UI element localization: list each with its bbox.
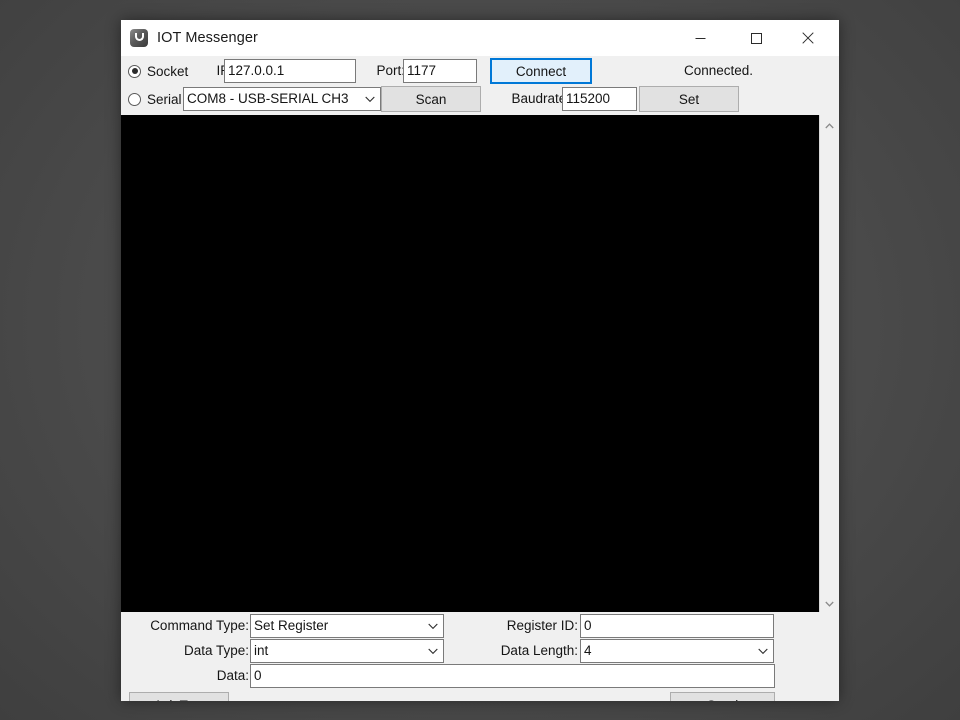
serial-radio-label: Serial <box>147 91 182 107</box>
serial-port-combo-value: COM8 - USB-SERIAL CH3 <box>187 91 349 106</box>
data-input[interactable]: 0 <box>250 664 775 688</box>
console-output[interactable] <box>121 115 819 612</box>
socket-radio[interactable]: Socket <box>128 58 188 84</box>
socket-row: Socket IP: 127.0.0.1 Port: 1177 Connect … <box>121 58 839 84</box>
chevron-up-icon <box>825 116 834 134</box>
data-type-label: Data Type: <box>183 643 249 658</box>
close-button[interactable] <box>785 20 831 56</box>
title-bar: IOT Messenger <box>121 20 839 56</box>
scroll-up-button[interactable] <box>820 115 839 134</box>
serial-radio[interactable]: Serial <box>128 86 182 112</box>
connection-status: Connected. <box>684 63 754 78</box>
app-logo-icon <box>130 29 148 47</box>
console-area <box>121 115 839 612</box>
desktop-background: IOT Messenger Socket 127.0.0.1 Port: 117… <box>0 0 960 720</box>
serial-row: Serial COM8 - USB-SERIAL CH3 Scan Baudra… <box>121 86 839 112</box>
data-type-combo[interactable]: int <box>250 639 444 663</box>
window-title: IOT Messenger <box>157 30 258 46</box>
connection-toolbar: Socket IP: 127.0.0.1 Port: 1177 Connect … <box>121 56 839 115</box>
register-id-input[interactable]: 0 <box>580 614 774 638</box>
console-scrollbar[interactable] <box>819 115 839 612</box>
command-panel: Command Type: Set Register Register ID: … <box>121 612 839 701</box>
port-label: Port: <box>376 63 405 78</box>
minimize-icon <box>695 33 706 44</box>
command-type-combo[interactable]: Set Register <box>250 614 444 638</box>
data-type-value: int <box>254 643 269 658</box>
serial-radio-indicator <box>128 92 141 106</box>
application-window: IOT Messenger Socket 127.0.0.1 Port: 117… <box>121 20 839 701</box>
ip-input[interactable]: 127.0.0.1 <box>224 59 356 83</box>
baudrate-label: Baudrate: <box>511 91 570 106</box>
close-icon <box>802 32 814 44</box>
maximize-icon <box>750 32 762 44</box>
connect-button[interactable]: Connect <box>490 58 592 84</box>
chevron-down-icon <box>428 615 438 637</box>
scroll-down-button[interactable] <box>820 593 839 612</box>
send-button[interactable]: Send <box>670 692 775 701</box>
set-button[interactable]: Set <box>639 86 739 112</box>
data-length-combo[interactable]: 4 <box>580 639 774 663</box>
chevron-down-icon <box>365 88 375 110</box>
chevron-down-icon <box>428 640 438 662</box>
scan-button[interactable]: Scan <box>381 86 481 112</box>
chevron-down-icon <box>758 640 768 662</box>
minimize-button[interactable] <box>677 20 723 56</box>
chevron-down-icon <box>825 594 834 612</box>
data-length-value: 4 <box>584 643 592 658</box>
data-length-label: Data Length: <box>500 643 578 658</box>
data-label: Data: <box>216 668 249 683</box>
register-id-label: Register ID: <box>506 618 578 633</box>
command-type-label: Command Type: <box>150 618 249 633</box>
command-type-value: Set Register <box>254 618 329 633</box>
port-input[interactable]: 1177 <box>403 59 477 83</box>
maximize-button[interactable] <box>733 20 779 56</box>
socket-radio-indicator <box>128 64 141 78</box>
bottom-action-bar: Ack Test Send <box>121 690 839 701</box>
ack-test-button[interactable]: Ack Test <box>129 692 229 701</box>
baudrate-input[interactable]: 115200 <box>562 87 637 111</box>
serial-port-combo[interactable]: COM8 - USB-SERIAL CH3 <box>183 87 381 111</box>
socket-radio-label: Socket <box>147 63 189 79</box>
